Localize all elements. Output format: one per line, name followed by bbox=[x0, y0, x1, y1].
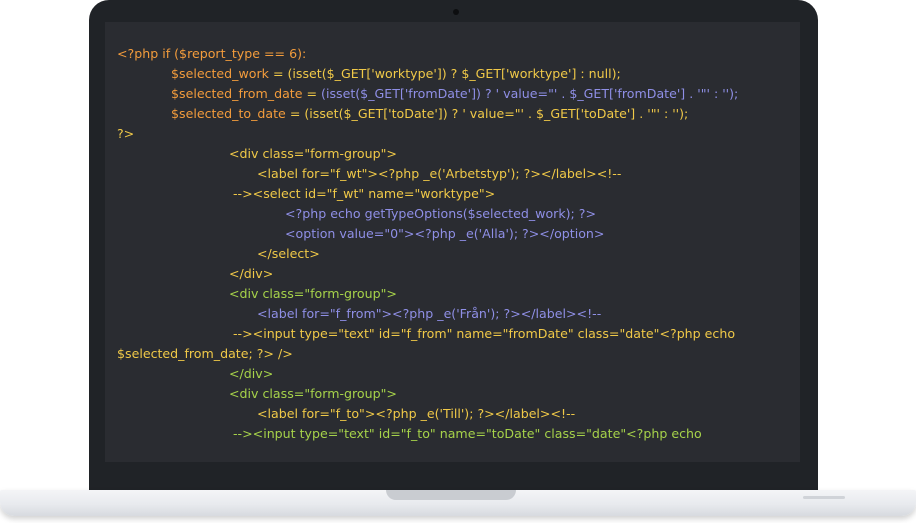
code-line: --><select id="f_wt" name="worktype"> bbox=[117, 184, 800, 204]
code-token: <label for="f_from"><?php _e('Från'); ?>… bbox=[257, 306, 602, 321]
laptop-screen: <?php if ($report_type == 6): $selected_w… bbox=[105, 22, 800, 462]
code-token: </div> bbox=[229, 266, 274, 281]
code-line: <option value="0"><?php _e('Alla'); ?></… bbox=[117, 224, 800, 244]
base-slot bbox=[803, 496, 845, 499]
code-line: $selected_from_date = (isset($_GET['from… bbox=[117, 84, 800, 104]
code-line: <label for="f_to"><?php _e('Till'); ?></… bbox=[117, 404, 800, 424]
code-token: <?php echo getTypeOptions($selected_work… bbox=[285, 206, 597, 221]
code-token: <div class="form-group"> bbox=[229, 146, 397, 161]
code-line: $selected_from_date; ?> /> bbox=[117, 344, 800, 364]
code-token: ?> bbox=[117, 126, 135, 141]
code-token: <label for="f_wt"><?php _e('Arbetstyp');… bbox=[257, 166, 622, 181]
code-line: ?> bbox=[117, 124, 800, 144]
code-token: = bbox=[285, 106, 305, 121]
code-line: <div class="form-group"> bbox=[117, 144, 800, 164]
code-token: (isset($_GET['fromDate']) ? ' value="' .… bbox=[321, 86, 739, 101]
code-token: $selected_work bbox=[171, 66, 269, 81]
lid-opening-notch bbox=[386, 490, 516, 500]
code-token: <label for="f_to"><?php _e('Till'); ?></… bbox=[257, 406, 576, 421]
code-line: <label for="f_wt"><?php _e('Arbetstyp');… bbox=[117, 164, 800, 184]
code-line: <div class="form-group"> bbox=[117, 384, 800, 404]
code-token: (isset($_GET['toDate']) ? ' value="' . $… bbox=[304, 106, 689, 121]
code-token: <option value="0"><?php _e('Alla'); ?></… bbox=[285, 226, 605, 241]
code-line: <label for="f_from"><?php _e('Från'); ?>… bbox=[117, 304, 800, 324]
code-block: <?php if ($report_type == 6): $selected_w… bbox=[117, 44, 800, 444]
code-line: </select> bbox=[117, 244, 800, 264]
code-token: = bbox=[302, 86, 322, 101]
code-token: </div> bbox=[229, 366, 274, 381]
code-line: <?php echo getTypeOptions($selected_work… bbox=[117, 204, 800, 224]
code-line: <div class="form-group"> bbox=[117, 284, 800, 304]
code-token: <div class="form-group"> bbox=[229, 386, 397, 401]
code-token: $selected_from_date; ?> /> bbox=[117, 346, 293, 361]
code-token: --><select id="f_wt" name="worktype"> bbox=[233, 186, 496, 201]
code-token: <?php if ($report_type == 6): bbox=[117, 46, 307, 61]
code-token: $selected_to_date bbox=[171, 106, 286, 121]
code-line: --><input type="text" id="f_from" name="… bbox=[117, 324, 800, 344]
code-token: $selected_from_date bbox=[171, 86, 303, 101]
code-line: $selected_to_date = (isset($_GET['toDate… bbox=[117, 104, 800, 124]
code-token: (isset($_GET['worktype']) ? $_GET['workt… bbox=[287, 66, 621, 81]
code-line: <?php if ($report_type == 6): bbox=[117, 44, 800, 64]
code-token: --><input type="text" id="f_from" name="… bbox=[233, 326, 736, 341]
code-line: $selected_work = (isset($_GET['worktype'… bbox=[117, 64, 800, 84]
code-line: </div> bbox=[117, 364, 800, 384]
code-line: --><input type="text" id="f_to" name="to… bbox=[117, 424, 800, 444]
camera-icon bbox=[453, 9, 459, 15]
code-token: --><input type="text" id="f_to" name="to… bbox=[233, 426, 702, 441]
code-line: </div> bbox=[117, 264, 800, 284]
code-token: </select> bbox=[257, 246, 320, 261]
code-token: = bbox=[268, 66, 288, 81]
code-token: <div class="form-group"> bbox=[229, 286, 397, 301]
